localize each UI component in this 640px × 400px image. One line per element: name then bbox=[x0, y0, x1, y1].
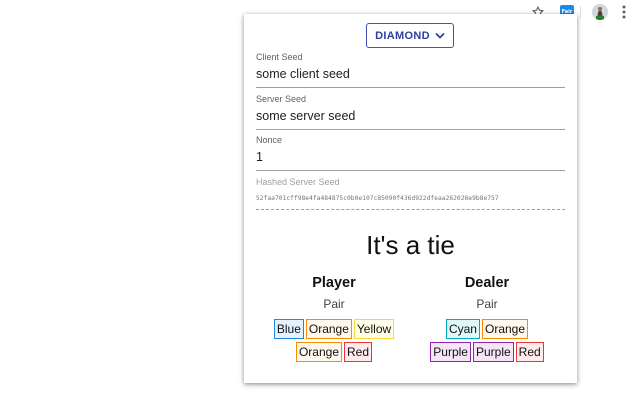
dealer-card: Cyan bbox=[445, 319, 480, 339]
currency-label: DIAMOND bbox=[375, 29, 430, 42]
dealer-card: Purple bbox=[430, 342, 471, 362]
avatar-icon[interactable] bbox=[591, 3, 609, 21]
hashed-server-seed-field: Hashed Server Seed 52faa701cff98e4fa4848… bbox=[256, 177, 565, 210]
player-hand: Pair bbox=[323, 297, 345, 311]
chevron-down-icon bbox=[435, 30, 445, 42]
server-seed-field[interactable]: Server Seed some server seed bbox=[256, 94, 565, 130]
nonce-underline bbox=[256, 170, 565, 171]
player-section: Player Pair Blue Orange Yellow Orange Re… bbox=[270, 274, 398, 362]
hashed-server-seed-label: Hashed Server Seed bbox=[256, 177, 340, 187]
player-card: Yellow bbox=[353, 319, 395, 339]
player-card: Red bbox=[344, 342, 373, 362]
player-card: Orange bbox=[305, 319, 352, 339]
currency-dropdown-button[interactable]: DIAMOND bbox=[366, 23, 454, 48]
hashed-server-seed-value: 52faa701cff98e4fa484875c0b0e107c85090f43… bbox=[256, 195, 499, 202]
client-seed-underline bbox=[256, 87, 565, 88]
extension-popup: DIAMOND Client Seed some client seed Ser… bbox=[244, 14, 577, 383]
player-card: Blue bbox=[273, 319, 304, 339]
dealer-card: Red bbox=[515, 342, 544, 362]
dealer-cards: Cyan Orange Purple Purple Red bbox=[426, 319, 548, 362]
player-title: Player bbox=[312, 275, 356, 291]
server-seed-underline bbox=[256, 129, 565, 130]
client-seed-field[interactable]: Client Seed some client seed bbox=[256, 52, 565, 88]
dealer-card: Purple bbox=[472, 342, 514, 362]
nonce-label: Nonce bbox=[256, 135, 283, 145]
server-seed-label: Server Seed bbox=[256, 94, 307, 104]
game-result: It's a tie bbox=[366, 230, 455, 260]
client-seed-label: Client Seed bbox=[256, 52, 303, 62]
player-card: Orange bbox=[295, 342, 342, 362]
dealer-title: Dealer bbox=[464, 275, 510, 291]
nonce-input[interactable]: 1 bbox=[256, 150, 565, 165]
nonce-field[interactable]: Nonce 1 bbox=[256, 135, 565, 171]
dealer-hand: Pair bbox=[476, 297, 498, 311]
hashed-server-seed-underline bbox=[256, 209, 565, 210]
player-cards: Blue Orange Yellow Orange Red bbox=[270, 319, 398, 362]
client-seed-input[interactable]: some client seed bbox=[256, 67, 565, 82]
dealer-section: Dealer Pair Cyan Orange Purple Purple Re… bbox=[426, 274, 548, 362]
server-seed-input[interactable]: some server seed bbox=[256, 109, 565, 124]
toolbar-divider bbox=[580, 6, 581, 18]
menu-icon[interactable] bbox=[615, 3, 633, 21]
dealer-card: Orange bbox=[481, 319, 529, 339]
